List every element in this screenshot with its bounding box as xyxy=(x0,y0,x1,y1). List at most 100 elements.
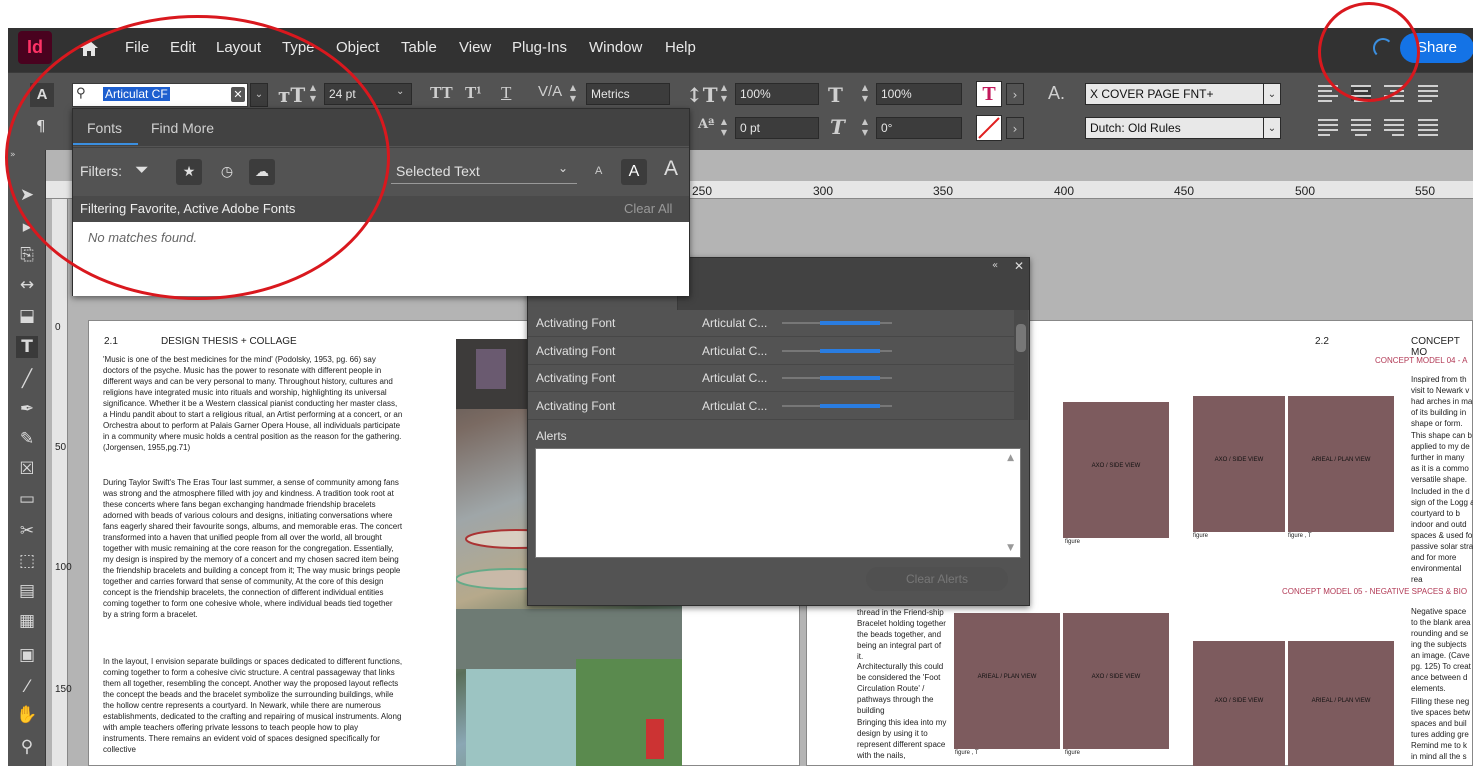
chevron-right-icon[interactable]: › xyxy=(1006,117,1024,139)
bullet-text: Included in the d sign of the Logg a cou… xyxy=(1411,487,1473,584)
progress-bar xyxy=(782,349,892,353)
stroke-color-swatch[interactable] xyxy=(976,115,1002,141)
close-icon[interactable]: ✕ xyxy=(1014,259,1024,273)
preview-size-large[interactable]: A xyxy=(664,157,678,181)
activation-row: Activating Font Articulat C... xyxy=(528,338,1014,365)
chevron-down-icon[interactable]: ⌄ xyxy=(1263,83,1281,105)
horizontal-scale-icon: T xyxy=(828,83,843,107)
body-paragraph[interactable]: 'Music is one of the best medicines for … xyxy=(103,354,403,453)
chevron-down-icon[interactable]: ⌄ xyxy=(396,86,404,97)
menu-object[interactable]: Object xyxy=(336,39,379,56)
scroll-thumb[interactable] xyxy=(1016,324,1026,352)
pen-tool-icon[interactable]: ✒ xyxy=(16,398,38,420)
scroll-down-icon[interactable]: ▼ xyxy=(1007,543,1014,553)
menu-table[interactable]: Table xyxy=(401,39,437,56)
clear-all-button[interactable]: Clear All xyxy=(624,201,672,216)
rectangle-frame-tool-icon[interactable]: ☒ xyxy=(16,458,38,480)
paragraph-style-field[interactable]: X COVER PAGE FNT+ xyxy=(1085,83,1267,105)
baseline-shift-stepper[interactable]: ▲ ▼ xyxy=(717,116,731,140)
gradient-feather-icon[interactable]: ▦ xyxy=(16,610,38,632)
note-tool-icon[interactable]: ▣ xyxy=(16,644,38,666)
alerts-list[interactable]: ▲ ▼ xyxy=(535,448,1021,558)
chevron-right-icon[interactable]: › xyxy=(1006,83,1024,105)
select-underline xyxy=(391,183,577,184)
menu-help[interactable]: Help xyxy=(665,39,696,56)
model-box[interactable]: ARIEAL / PLAN VIEW xyxy=(954,613,1060,749)
chevron-down-icon[interactable]: ⌄ xyxy=(1263,117,1281,139)
all-caps-icon[interactable]: TT xyxy=(430,83,453,103)
free-transform-tool-icon[interactable]: ⬚ xyxy=(16,550,38,572)
justify-left-icon[interactable] xyxy=(1318,119,1338,136)
chevron-down-icon[interactable]: ⌄ xyxy=(558,161,568,175)
rectangle-tool-icon[interactable]: ▭ xyxy=(16,488,38,510)
box-label: ARIEAL / PLAN VIEW xyxy=(977,674,1037,681)
dictionary-field[interactable]: Dutch: Old Rules xyxy=(1085,117,1267,139)
zoom-tool-icon[interactable]: ⚲ xyxy=(16,736,38,758)
annotation-circle xyxy=(1318,2,1420,102)
model-box[interactable]: ARIEAL / PLAN VIEW xyxy=(1288,641,1394,766)
underline-icon[interactable]: T xyxy=(501,83,511,103)
caption: figure xyxy=(1065,750,1081,756)
superscript-icon[interactable]: T¹ xyxy=(465,83,481,103)
ruler-tick: 150 xyxy=(55,684,72,695)
model-box[interactable]: AXO / SIDE VIEW xyxy=(1063,613,1169,749)
ruler-tick: 550 xyxy=(1415,184,1436,198)
justify-center-icon[interactable] xyxy=(1351,119,1371,136)
preview-size-medium[interactable]: A xyxy=(621,159,647,185)
justify-all-icon[interactable] xyxy=(1418,119,1438,136)
bullet-text: This shape can b applied to my de furthe… xyxy=(1411,431,1472,484)
content-collector-icon[interactable]: ⬓ xyxy=(16,305,38,327)
clear-alerts-button[interactable]: Clear Alerts xyxy=(866,567,1008,591)
pencil-tool-icon[interactable]: ✎ xyxy=(16,428,38,450)
model-box[interactable]: AXO / SIDE VIEW xyxy=(1193,641,1285,766)
scrollbar[interactable] xyxy=(1014,310,1028,420)
model-box[interactable]: ARIEAL / PLAN VIEW xyxy=(1288,396,1394,532)
bullet-text: Filling these neg tive spaces betw space… xyxy=(1411,697,1471,739)
line-tool-icon[interactable]: ╱ xyxy=(16,368,38,390)
page-tool-icon[interactable]: ⎘ xyxy=(16,244,38,266)
activation-font: Articulat C... xyxy=(702,344,768,358)
menu-plugins[interactable]: Plug-Ins xyxy=(512,39,567,56)
kerning-icon: V/A xyxy=(538,83,563,100)
skew-field[interactable]: 0° xyxy=(876,117,962,139)
baseline-shift-field[interactable]: 0 pt xyxy=(735,117,819,139)
horizontal-scale-stepper[interactable]: ▲ ▼ xyxy=(858,82,872,106)
vertical-ruler[interactable]: 0 50 100 150 xyxy=(52,199,72,766)
activation-row: Activating Font Articulat C... xyxy=(528,393,1014,420)
kerning-field[interactable]: Metrics xyxy=(586,83,670,105)
vertical-scale-field[interactable]: 100% xyxy=(735,83,819,105)
preview-scope-select[interactable]: Selected Text xyxy=(396,163,480,179)
justify-right-icon[interactable] xyxy=(1384,119,1404,136)
align-towards-spine-icon[interactable] xyxy=(1418,85,1438,102)
gap-tool-icon[interactable]: ↔ xyxy=(16,274,38,296)
eyedropper-tool-icon[interactable]: ⁄ xyxy=(16,676,38,698)
preview-size-small[interactable]: A xyxy=(595,165,602,177)
activation-row: Activating Font Articulat C... xyxy=(528,310,1014,337)
body-paragraph[interactable]: In the layout, I envision separate build… xyxy=(103,656,403,755)
progress-fill xyxy=(820,349,880,353)
bullet-text: Negative space to the blank area roundin… xyxy=(1411,607,1471,693)
kerning-stepper[interactable]: ▲ ▼ xyxy=(566,82,580,106)
collapse-icon[interactable]: « xyxy=(992,260,998,271)
box-label: AXO / SIDE VIEW xyxy=(1214,457,1264,464)
type-tool-icon[interactable]: T xyxy=(16,336,38,358)
progress-fill xyxy=(820,321,880,325)
fill-color-swatch[interactable]: T xyxy=(976,81,1002,107)
skew-icon: T xyxy=(830,115,845,139)
menu-window[interactable]: Window xyxy=(589,39,642,56)
model-box[interactable]: AXO / SIDE VIEW xyxy=(1063,402,1169,538)
activation-font: Articulat C... xyxy=(702,316,768,330)
body-paragraph[interactable]: During Taylor Swift's The Eras Tour last… xyxy=(103,477,403,620)
model-box[interactable]: AXO / SIDE VIEW xyxy=(1193,396,1285,532)
horizontal-scale-field[interactable]: 100% xyxy=(876,83,962,105)
skew-stepper[interactable]: ▲ ▼ xyxy=(858,116,872,140)
hand-tool-icon[interactable]: ✋ xyxy=(16,704,38,726)
ruler-tick: 400 xyxy=(1054,184,1075,198)
scroll-up-icon[interactable]: ▲ xyxy=(1007,453,1014,463)
menu-view[interactable]: View xyxy=(459,39,491,56)
vertical-scale-stepper[interactable]: ▲ ▼ xyxy=(717,82,731,106)
box-label: ARIEAL / PLAN VIEW xyxy=(1311,697,1371,704)
indesign-window: { "app": {"logo": "Id", "share_label": "… xyxy=(0,0,1473,766)
scissors-tool-icon[interactable]: ✂ xyxy=(16,520,38,542)
gradient-tool-icon[interactable]: ▤ xyxy=(16,580,38,602)
